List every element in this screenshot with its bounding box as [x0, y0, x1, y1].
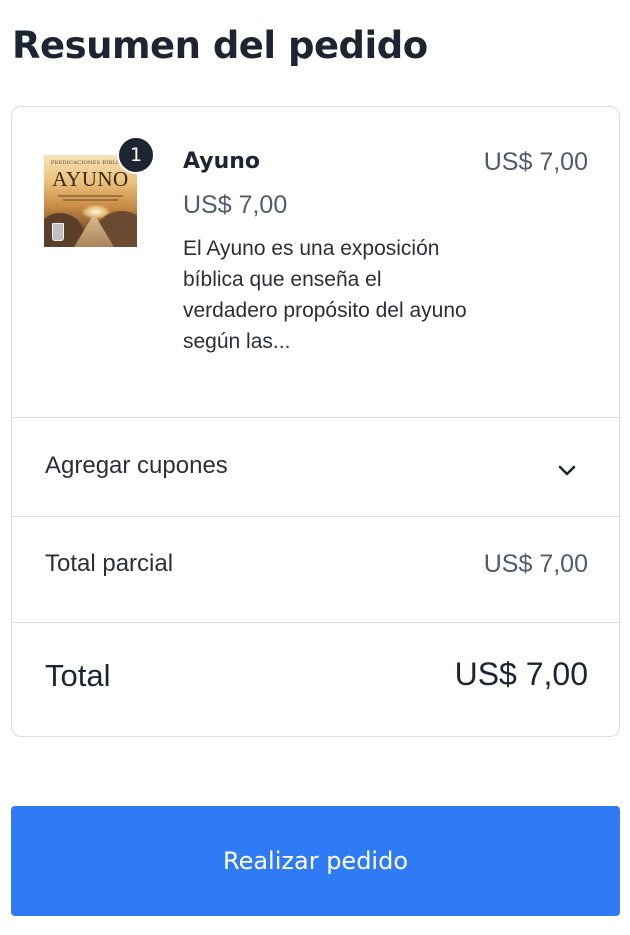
cover-title: AYUNO [52, 167, 129, 191]
product-unit-price: US$ 7,00 [183, 191, 288, 219]
page-title: Resumen del pedido [12, 24, 428, 67]
total-row: Total US$ 7,00 [12, 623, 619, 736]
checkout-summary-page: Resumen del pedido PREDICACIONES BÍBLICA… [0, 0, 630, 935]
chevron-down-icon [558, 465, 576, 476]
total-label: Total [45, 658, 111, 693]
add-coupons-toggle[interactable]: Agregar cupones [12, 418, 619, 517]
place-order-button[interactable]: Realizar pedido [11, 806, 620, 916]
product-line-item: PREDICACIONES BÍBLICAS AYUNO 1 Ayuno US$… [12, 107, 619, 418]
subtotal-value: US$ 7,00 [483, 550, 588, 578]
order-summary-card: PREDICACIONES BÍBLICAS AYUNO 1 Ayuno US$… [11, 106, 620, 737]
total-value: US$ 7,00 [454, 656, 588, 692]
subtotal-row: Total parcial US$ 7,00 [12, 517, 619, 623]
product-name: Ayuno [183, 149, 261, 174]
add-coupons-label: Agregar cupones [45, 452, 228, 479]
product-line-total: US$ 7,00 [483, 148, 588, 176]
quantity-badge: 1 [117, 136, 155, 174]
subtotal-label: Total parcial [45, 550, 174, 577]
product-description: El Ayuno es una exposición bíblica que e… [183, 237, 467, 353]
